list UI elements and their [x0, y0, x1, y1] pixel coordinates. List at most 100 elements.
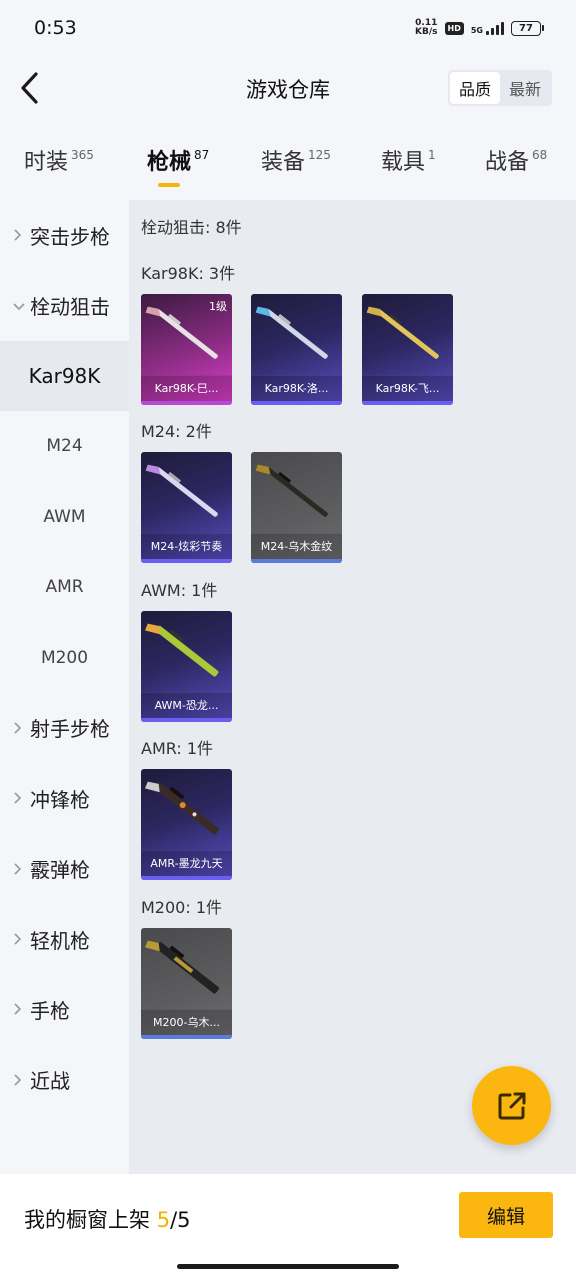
sidebar-item-label: 轻机枪	[30, 928, 90, 953]
status-icons: 0.11 KB/s HD 5G 77	[415, 19, 544, 37]
sidebar-item-label: 射手步枪	[30, 717, 110, 742]
showcase-status: 我的橱窗上架 5/5	[24, 1204, 191, 1234]
tab-equipment[interactable]: 装备 125	[261, 144, 331, 176]
weapon-category-sidebar: 突击步枪 栓动狙击 Kar98K M24 AWM AMR M200 射手步枪 冲…	[0, 200, 129, 1174]
group-title-amr: AMR: 1件	[141, 739, 214, 758]
chevron-right-icon	[14, 863, 22, 875]
sidebar-item-label: 近战	[30, 1069, 70, 1094]
group-title-m24: M24: 2件	[141, 422, 212, 441]
share-external-icon	[498, 1092, 525, 1119]
rifle-icon	[144, 781, 220, 835]
showcase-current-count: 5	[156, 1208, 171, 1232]
rifle-icon	[366, 306, 439, 359]
skin-name: M24-炫彩节奏	[150, 540, 223, 553]
tab-costumes[interactable]: 时装 365	[24, 144, 94, 176]
sidebar-item-kar98k[interactable]: Kar98K	[0, 340, 129, 412]
sidebar-item-m200[interactable]: M200	[0, 622, 129, 692]
skin-card[interactable]: M24-乌木金纹	[251, 452, 342, 563]
sidebar-item-label: 霰弹枪	[30, 858, 90, 883]
tab-supplies[interactable]: 战备 68	[485, 144, 547, 176]
edit-button[interactable]: 编辑	[459, 1192, 553, 1238]
category-tabs: 时装 365 枪械 87 装备 125 载具 1 战备 68	[0, 130, 576, 194]
rifle-icon	[255, 306, 328, 359]
tab-label: 枪械	[147, 150, 192, 175]
tab-label: 载具	[381, 150, 426, 175]
network-speed-unit: KB/s	[415, 27, 438, 37]
header: 游戏仓库 品质 最新	[0, 56, 576, 120]
showcase-total-count: /5	[170, 1208, 191, 1232]
rifle-icon	[255, 464, 328, 517]
sort-quality-option[interactable]: 品质	[450, 72, 500, 104]
tab-count: 1	[428, 148, 436, 162]
sort-toggle: 品质 最新	[448, 70, 552, 106]
sidebar-item-marksman-rifles[interactable]: 射手步枪	[0, 693, 129, 763]
skin-name: M200-乌木...	[153, 1016, 220, 1029]
showcase-label: 我的橱窗上架	[24, 1208, 150, 1232]
chevron-right-icon	[14, 792, 22, 804]
share-button[interactable]	[472, 1066, 551, 1145]
sidebar-item-awm[interactable]: AWM	[0, 482, 129, 552]
sidebar-item-pistols[interactable]: 手枪	[0, 974, 129, 1044]
sidebar-item-assault-rifles[interactable]: 突击步枪	[0, 200, 129, 270]
tab-count: 68	[532, 148, 548, 162]
skin-card[interactable]: M200-乌木...	[141, 928, 232, 1039]
group-title-m200: M200: 1件	[141, 898, 223, 917]
battery-level: 77	[511, 20, 541, 36]
sidebar-item-shotguns[interactable]: 霰弹枪	[0, 834, 129, 904]
tab-firearms[interactable]: 枪械 87	[147, 144, 209, 176]
skin-name: Kar98K-巳...	[154, 382, 219, 395]
rifle-icon	[145, 464, 218, 517]
skin-card[interactable]: Kar98K-飞...	[362, 294, 453, 405]
chevron-right-icon	[14, 1003, 22, 1016]
status-time: 0:53	[34, 17, 77, 39]
tab-count: 125	[308, 148, 331, 162]
hd-badge: HD	[444, 21, 464, 35]
sidebar-item-bolt-action[interactable]: 栓动狙击	[0, 270, 129, 340]
sidebar-item-label: 冲锋枪	[30, 787, 90, 812]
tab-count: 87	[194, 148, 210, 162]
battery-icon: 77	[511, 20, 544, 36]
tab-vehicles[interactable]: 载具 1	[381, 144, 436, 176]
sidebar-item-label: 栓动狙击	[30, 295, 110, 320]
group-title-awm: AWM: 1件	[141, 581, 218, 600]
signal-label: 5G	[470, 25, 483, 35]
sidebar-item-amr[interactable]: AMR	[0, 552, 129, 622]
home-indicator[interactable]	[177, 1264, 399, 1269]
skin-name: Kar98K-洛...	[264, 382, 329, 395]
skin-name: Kar98K-飞...	[375, 382, 440, 395]
active-tab-indicator	[158, 183, 180, 187]
status-bar: 0:53 0.11 KB/s HD 5G 77	[0, 0, 576, 56]
tab-label: 战备	[485, 150, 530, 175]
chevron-right-icon	[14, 722, 22, 734]
sidebar-item-lmgs[interactable]: 轻机枪	[0, 904, 129, 974]
inventory-panel: 栓动狙击: 8件 Kar98K: 3件 1级 Kar98K-巳... Kar98…	[129, 200, 576, 1174]
sidebar-item-label: 突击步枪	[30, 224, 110, 249]
bottom-bar: 我的橱窗上架 5/5 编辑	[0, 1174, 576, 1280]
skin-card[interactable]: Kar98K-洛...	[251, 294, 342, 405]
skin-name: AMR-墨龙九天	[150, 857, 223, 870]
rifle-icon	[144, 940, 220, 994]
skin-card[interactable]: M24-炫彩节奏	[141, 452, 232, 563]
group-title-kar98k: Kar98K: 3件	[141, 264, 236, 283]
signal-icon: 5G	[470, 21, 504, 35]
chevron-right-icon	[14, 933, 22, 945]
sidebar-item-smgs[interactable]: 冲锋枪	[0, 763, 129, 833]
network-speed: 0.11 KB/s	[415, 19, 437, 37]
sort-newest-option[interactable]: 最新	[500, 72, 550, 104]
rifle-icon	[144, 623, 219, 677]
sidebar-item-m24[interactable]: M24	[0, 411, 129, 481]
sidebar-item-melee[interactable]: 近战	[0, 1045, 129, 1115]
tab-label: 装备	[261, 150, 306, 175]
skin-card[interactable]: 1级 Kar98K-巳...	[141, 294, 232, 405]
tab-label: 时装	[24, 150, 69, 175]
skin-name: AWM-恐龙...	[154, 699, 219, 712]
tab-count: 365	[71, 148, 94, 162]
skin-card[interactable]: AMR-墨龙九天	[141, 769, 232, 880]
chevron-right-icon	[14, 1074, 22, 1086]
chevron-down-icon	[13, 303, 25, 310]
level-badge: 1级	[209, 300, 227, 313]
sidebar-item-label: 手枪	[30, 998, 70, 1023]
section-title: 栓动狙击: 8件	[141, 218, 242, 237]
skin-name: M24-乌木金纹	[260, 540, 333, 553]
skin-card[interactable]: AWM-恐龙...	[141, 611, 232, 722]
